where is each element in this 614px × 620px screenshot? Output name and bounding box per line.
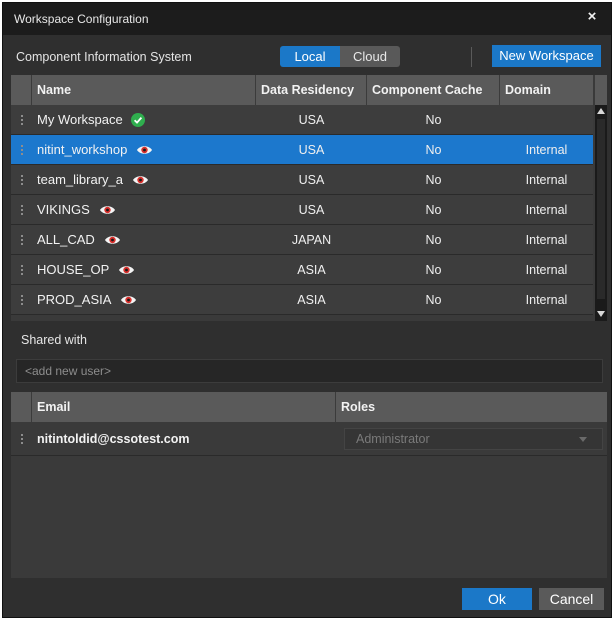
eye-icon[interactable] xyxy=(118,264,135,276)
drag-handle-icon[interactable] xyxy=(11,285,32,315)
cis-label: Component Information System xyxy=(16,50,192,64)
workspace-name: VIKINGS xyxy=(37,202,90,217)
drag-handle-icon[interactable] xyxy=(11,195,32,225)
workspace-config-dialog: Workspace Configuration × Component Info… xyxy=(2,2,612,618)
top-toolbar: Component Information System Local Cloud… xyxy=(3,35,611,77)
domain-cell: Internal xyxy=(525,172,568,187)
shared-users-table: Email Roles nitintoldid@cssotest.com Adm… xyxy=(11,392,607,578)
drag-handle-icon[interactable] xyxy=(11,225,32,255)
dialog-title: Workspace Configuration xyxy=(14,12,149,26)
workspace-table: Name Data Residency Component Cache Doma… xyxy=(11,75,607,321)
workspace-name-cell: ALL_CAD xyxy=(32,232,256,247)
check-icon xyxy=(130,112,145,127)
domain-cell: Internal xyxy=(525,232,568,247)
drag-handle-icon[interactable] xyxy=(11,165,32,195)
eye-icon[interactable] xyxy=(99,204,116,216)
column-header-roles[interactable]: Roles xyxy=(336,392,607,422)
workspace-row[interactable]: My Workspace USA No xyxy=(11,105,593,135)
component-cache-cell: No xyxy=(425,232,442,247)
workspace-row[interactable]: nitint_workshop USA No Internal xyxy=(11,135,593,165)
component-cache-cell: No xyxy=(425,112,442,127)
data-residency-cell: USA xyxy=(298,112,325,127)
eye-icon[interactable] xyxy=(104,234,121,246)
add-user-input[interactable] xyxy=(16,359,603,383)
ok-button[interactable]: Ok xyxy=(462,588,532,610)
cloud-toggle-button[interactable]: Cloud xyxy=(340,46,400,67)
workspace-row[interactable]: team_library_a USA No Internal xyxy=(11,165,593,195)
workspace-name-cell: nitint_workshop xyxy=(32,142,256,157)
drag-handle-icon[interactable] xyxy=(11,105,32,135)
workspace-row[interactable]: ALL_CAD JAPAN No Internal xyxy=(11,225,593,255)
local-cloud-toggle: Local Cloud xyxy=(280,46,400,67)
domain-cell: Internal xyxy=(525,142,568,157)
shared-user-row[interactable]: nitintoldid@cssotest.com Administrator xyxy=(11,422,607,456)
workspace-scrollbar[interactable] xyxy=(595,105,607,321)
workspace-name: HOUSE_OP xyxy=(37,262,110,277)
title-bar: Workspace Configuration × xyxy=(3,3,611,35)
component-cache-cell: No xyxy=(425,292,442,307)
workspace-name-cell: My Workspace xyxy=(32,112,256,127)
local-toggle-button[interactable]: Local xyxy=(280,46,340,67)
drag-handle-icon[interactable] xyxy=(11,135,32,165)
data-residency-cell: ASIA xyxy=(297,262,326,277)
shared-with-label: Shared with xyxy=(21,333,88,347)
workspace-row[interactable]: HOUSE_OP ASIA No Internal xyxy=(11,255,593,285)
workspace-row[interactable]: VIKINGS USA No Internal xyxy=(11,195,593,225)
new-workspace-button[interactable]: New Workspace xyxy=(492,45,601,67)
component-cache-cell: No xyxy=(425,172,442,187)
column-header-name[interactable]: Name xyxy=(32,75,256,105)
close-icon[interactable]: × xyxy=(583,8,601,26)
column-header-data-residency[interactable]: Data Residency xyxy=(256,75,367,105)
grip-column-header xyxy=(11,392,32,422)
chevron-down-icon xyxy=(579,437,587,442)
drag-handle-icon[interactable] xyxy=(11,424,32,454)
workspace-name-cell: team_library_a xyxy=(32,172,256,187)
workspace-name: team_library_a xyxy=(37,172,123,187)
role-dropdown[interactable]: Administrator xyxy=(344,428,603,450)
workspace-name: nitint_workshop xyxy=(37,142,128,157)
drag-handle-icon[interactable] xyxy=(11,255,32,285)
scroll-thumb[interactable] xyxy=(597,119,605,299)
workspace-name: PROD_ASIA xyxy=(37,292,112,307)
scroll-down-arrow-icon[interactable] xyxy=(597,311,605,317)
workspace-name: My Workspace xyxy=(37,112,123,127)
domain-cell: Internal xyxy=(525,292,568,307)
scroll-up-arrow-icon[interactable] xyxy=(597,108,605,114)
column-header-domain[interactable]: Domain xyxy=(500,75,593,105)
role-dropdown-value: Administrator xyxy=(356,432,430,446)
domain-cell: Internal xyxy=(525,262,568,277)
shared-users-header: Email Roles xyxy=(11,392,607,422)
data-residency-cell: USA xyxy=(298,142,325,157)
workspace-name-cell: PROD_ASIA xyxy=(32,292,256,307)
data-residency-cell: USA xyxy=(298,202,325,217)
eye-icon[interactable] xyxy=(136,144,153,156)
data-residency-cell: JAPAN xyxy=(291,232,332,247)
user-email: nitintoldid@cssotest.com xyxy=(37,431,190,446)
eye-icon[interactable] xyxy=(120,294,137,306)
workspace-name: ALL_CAD xyxy=(37,232,95,247)
component-cache-cell: No xyxy=(425,142,442,157)
domain-cell: Internal xyxy=(525,202,568,217)
eye-icon[interactable] xyxy=(132,174,149,186)
column-header-component-cache[interactable]: Component Cache xyxy=(367,75,500,105)
workspace-name-cell: HOUSE_OP xyxy=(32,262,256,277)
workspace-table-header: Name Data Residency Component Cache Doma… xyxy=(11,75,593,105)
workspace-name-cell: VIKINGS xyxy=(32,202,256,217)
component-cache-cell: No xyxy=(425,202,442,217)
grip-column-header xyxy=(11,75,32,105)
workspace-rows: My Workspace USA No nitint_workshop USA No Int… xyxy=(11,105,593,315)
workspace-row[interactable]: PROD_ASIA ASIA No Internal xyxy=(11,285,593,315)
data-residency-cell: USA xyxy=(298,172,325,187)
cancel-button[interactable]: Cancel xyxy=(539,588,604,610)
component-cache-cell: No xyxy=(425,262,442,277)
data-residency-cell: ASIA xyxy=(297,292,326,307)
toolbar-divider xyxy=(471,47,472,67)
scrollbar-header-cap xyxy=(595,75,607,105)
column-header-email[interactable]: Email xyxy=(32,392,336,422)
